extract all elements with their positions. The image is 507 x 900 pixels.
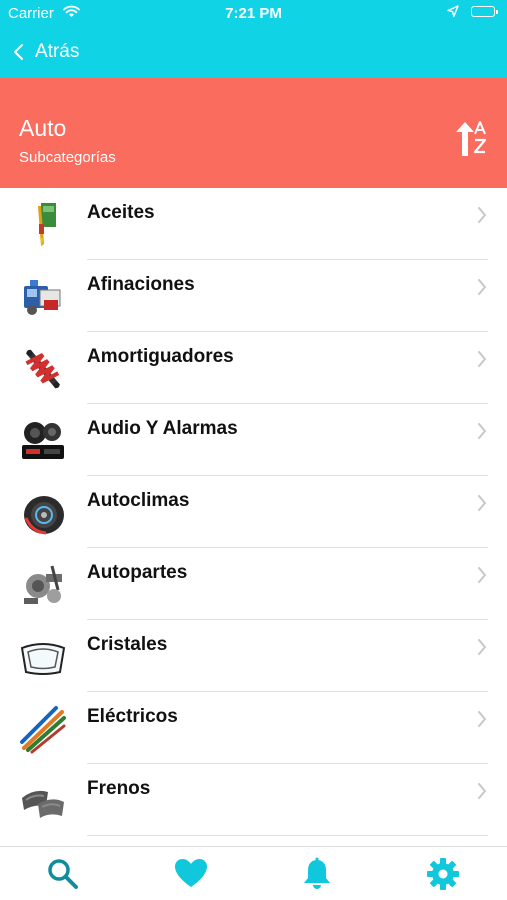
windshield-icon: [20, 643, 66, 675]
list-item[interactable]: Autopartes: [0, 548, 507, 620]
chevron-right-icon: [478, 783, 486, 799]
search-icon[interactable]: [45, 856, 81, 892]
gear-icon[interactable]: [425, 856, 461, 892]
oil-icon: [38, 203, 56, 247]
chevron-right-icon: [478, 423, 486, 439]
page-subtitle: Subcategorías: [19, 149, 116, 166]
list-item-label: Cristales: [87, 634, 168, 655]
heart-icon[interactable]: [173, 856, 209, 892]
battery-icon: [471, 6, 498, 17]
list-item[interactable]: Amortiguadores: [0, 332, 507, 404]
list-item[interactable]: Eléctricos: [0, 692, 507, 764]
list-item[interactable]: Frenos: [0, 764, 507, 836]
list-item-label: Autopartes: [87, 562, 188, 583]
list-item-label: Autoclimas: [87, 490, 190, 511]
brake-pads-icon: [22, 790, 64, 818]
tune-up-kit-icon: [24, 280, 61, 315]
category-header: Auto Subcategorías: [0, 78, 507, 188]
list-item-label: Amortiguadores: [87, 346, 234, 367]
tab-bar: [0, 846, 507, 900]
list-item[interactable]: Cristales: [0, 620, 507, 692]
list-item-label: Eléctricos: [87, 706, 178, 727]
chevron-left-icon: [14, 44, 23, 60]
list-item-label: Frenos: [87, 778, 151, 799]
electrical-wires-icon: [20, 706, 66, 754]
list-item-label: Audio Y Alarmas: [87, 418, 238, 439]
back-button[interactable]: Atrás: [10, 38, 79, 66]
row-divider: [87, 835, 488, 836]
auto-parts-icon: [24, 565, 62, 604]
chevron-right-icon: [478, 567, 486, 583]
chevron-right-icon: [478, 279, 486, 295]
list-item[interactable]: Autoclimas: [0, 476, 507, 548]
chevron-right-icon: [478, 207, 486, 223]
back-label: Atrás: [35, 41, 80, 62]
location-arrow-icon: [447, 5, 459, 22]
sort-alpha-icon[interactable]: [453, 118, 489, 162]
subcategory-list: Aceites Afinaciones Amortiguadores Audio…: [0, 188, 507, 836]
list-item[interactable]: Audio Y Alarmas: [0, 404, 507, 476]
ac-compressor-icon: [24, 496, 64, 535]
list-item-label: Aceites: [87, 202, 155, 223]
status-bar: Carrier 7:21 PM: [0, 0, 507, 26]
chevron-right-icon: [478, 495, 486, 511]
shock-absorber-icon: [25, 349, 61, 389]
status-time: 7:21 PM: [225, 5, 282, 22]
car-audio-icon: [22, 422, 64, 459]
list-item-label: Afinaciones: [87, 274, 195, 295]
bell-icon[interactable]: [299, 856, 335, 892]
page-title: Auto: [19, 115, 67, 141]
list-item[interactable]: Aceites: [0, 188, 507, 260]
navigation-bar: Atrás: [0, 26, 507, 78]
chevron-right-icon: [478, 351, 486, 367]
chevron-right-icon: [478, 639, 486, 655]
chevron-right-icon: [478, 711, 486, 727]
list-item[interactable]: Afinaciones: [0, 260, 507, 332]
